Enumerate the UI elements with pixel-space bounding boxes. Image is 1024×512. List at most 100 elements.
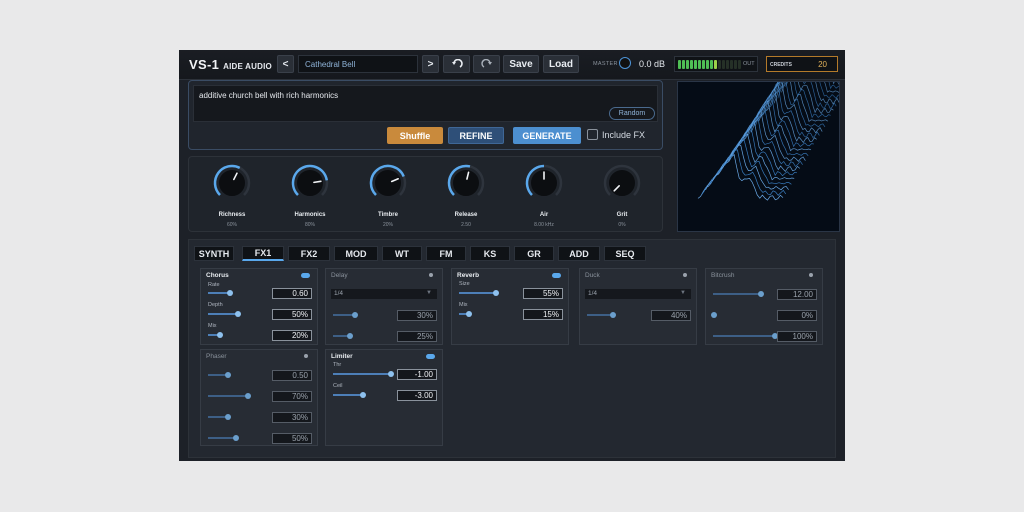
slider-thumb[interactable] xyxy=(217,332,223,338)
slider-thumb[interactable] xyxy=(610,312,616,318)
knob-body[interactable] xyxy=(452,169,480,197)
macro-label: Richness xyxy=(218,212,246,218)
chorus-depth-slider[interactable] xyxy=(208,311,241,317)
meter-segment xyxy=(738,60,741,69)
chorus-rate-value[interactable]: 0.60 xyxy=(272,288,312,299)
random-button[interactable]: Random xyxy=(609,107,655,120)
delay-mix-slider[interactable] xyxy=(333,333,353,339)
slider-thumb[interactable] xyxy=(493,290,499,296)
duck-depth-slider[interactable] xyxy=(587,312,616,318)
slider-thumb[interactable] xyxy=(225,414,231,420)
grit-knob[interactable] xyxy=(602,163,642,203)
phaser-mix-value[interactable]: 50% xyxy=(272,433,312,444)
limiter-threshold-value[interactable]: -1.00 xyxy=(397,369,437,380)
tab-ks[interactable]: KS xyxy=(470,246,510,261)
delay-feedback-slider[interactable] xyxy=(333,312,358,318)
tab-fx1[interactable]: FX1 xyxy=(242,246,284,261)
delay-enable-toggle[interactable] xyxy=(429,273,433,277)
limiter-threshold-slider[interactable] xyxy=(333,371,394,377)
limiter-ceiling-slider[interactable] xyxy=(333,392,366,398)
tab-mod[interactable]: MOD xyxy=(334,246,378,261)
prompt-input[interactable]: additive church bell with rich harmonics… xyxy=(193,85,658,122)
phaser-enable-toggle[interactable] xyxy=(304,354,308,358)
slider-thumb[interactable] xyxy=(466,311,472,317)
duck-enable-toggle[interactable] xyxy=(683,273,687,277)
richness-knob[interactable] xyxy=(212,163,252,203)
slider-thumb[interactable] xyxy=(233,435,239,441)
slider-thumb[interactable] xyxy=(227,290,233,296)
limiter-ceiling-value[interactable]: -3.00 xyxy=(397,390,437,401)
phaser-feedback-slider[interactable] xyxy=(208,414,231,420)
knob-body[interactable] xyxy=(608,169,636,197)
chorus-rate-slider[interactable] xyxy=(208,290,233,296)
undo-button[interactable] xyxy=(443,55,470,73)
knob-body[interactable] xyxy=(374,169,402,197)
reverb-mix-value[interactable]: 15% xyxy=(523,309,563,320)
redo-button[interactable] xyxy=(473,55,500,73)
master-label: MASTER xyxy=(593,61,618,67)
air-knob[interactable] xyxy=(524,163,564,203)
save-button[interactable]: Save xyxy=(503,55,539,73)
chorus-depth-value[interactable]: 50% xyxy=(272,309,312,320)
slider-thumb[interactable] xyxy=(711,312,717,318)
phaser-rate-slider[interactable] xyxy=(208,372,231,378)
master-volume-knob[interactable] xyxy=(619,57,631,69)
slider-thumb[interactable] xyxy=(352,312,358,318)
fx-delay: Delay 1/4 ▼ 30% 25% xyxy=(325,268,443,345)
slider-thumb[interactable] xyxy=(388,371,394,377)
chorus-mix-value[interactable]: 20% xyxy=(272,330,312,341)
knob-body[interactable] xyxy=(296,169,324,197)
delay-feedback-value[interactable]: 30% xyxy=(397,310,437,321)
slider-thumb[interactable] xyxy=(360,392,366,398)
slider-thumb[interactable] xyxy=(225,372,231,378)
phaser-depth-value[interactable]: 70% xyxy=(272,391,312,402)
reverb-size-slider[interactable] xyxy=(459,290,499,296)
include-fx-checkbox[interactable] xyxy=(587,129,598,140)
slider-thumb[interactable] xyxy=(758,291,764,297)
slider-thumb[interactable] xyxy=(347,333,353,339)
bitcrush-rate-slider[interactable] xyxy=(711,312,717,318)
release-knob[interactable] xyxy=(446,163,486,203)
delay-division-select[interactable]: 1/4 ▼ xyxy=(331,289,437,299)
knob-body[interactable] xyxy=(218,169,246,197)
bitcrush-enable-toggle[interactable] xyxy=(809,273,813,277)
redo-icon xyxy=(480,59,492,68)
bitcrush-bits-value[interactable]: 12.00 xyxy=(777,289,817,300)
bitcrush-mix-slider[interactable] xyxy=(713,333,778,339)
tab-wt[interactable]: WT xyxy=(382,246,422,261)
phaser-rate-value[interactable]: 0.50 xyxy=(272,370,312,381)
duck-division-select[interactable]: 1/4 ▼ xyxy=(585,289,691,299)
phaser-mix-slider[interactable] xyxy=(208,435,239,441)
duck-depth-value[interactable]: 40% xyxy=(651,310,691,321)
tab-fx2[interactable]: FX2 xyxy=(288,246,330,261)
bitcrush-mix-value[interactable]: 100% xyxy=(777,331,817,342)
generate-button[interactable]: GENERATE xyxy=(513,127,581,144)
phaser-feedback-value[interactable]: 30% xyxy=(272,412,312,423)
prev-preset-button[interactable]: < xyxy=(277,55,294,73)
preset-name-field[interactable]: Cathedral Bell xyxy=(298,55,418,73)
tab-synth[interactable]: SYNTH xyxy=(194,246,234,261)
plugin-window: VS-1 AIDE AUDIO < Cathedral Bell > Save L… xyxy=(179,50,845,461)
chorus-mix-slider[interactable] xyxy=(208,332,223,338)
tab-seq[interactable]: SEQ xyxy=(604,246,646,261)
next-preset-button[interactable]: > xyxy=(422,55,439,73)
limiter-enable-toggle[interactable] xyxy=(426,354,435,359)
slider-thumb[interactable] xyxy=(235,311,241,317)
tab-gr[interactable]: GR xyxy=(514,246,554,261)
timbre-knob[interactable] xyxy=(368,163,408,203)
shuffle-button[interactable]: Shuffle xyxy=(387,127,443,144)
reverb-enable-toggle[interactable] xyxy=(552,273,561,278)
tab-add[interactable]: ADD xyxy=(558,246,600,261)
delay-mix-value[interactable]: 25% xyxy=(397,331,437,342)
slider-thumb[interactable] xyxy=(245,393,251,399)
bitcrush-rate-value[interactable]: 0% xyxy=(777,310,817,321)
refine-button[interactable]: REFINE xyxy=(448,127,504,144)
reverb-mix-slider[interactable] xyxy=(459,311,472,317)
bitcrush-bits-slider[interactable] xyxy=(713,291,764,297)
harmonics-knob[interactable] xyxy=(290,163,330,203)
tab-fm[interactable]: FM xyxy=(426,246,466,261)
chorus-enable-toggle[interactable] xyxy=(301,273,310,278)
phaser-depth-slider[interactable] xyxy=(208,393,251,399)
reverb-size-value[interactable]: 55% xyxy=(523,288,563,299)
load-button[interactable]: Load xyxy=(543,55,579,73)
